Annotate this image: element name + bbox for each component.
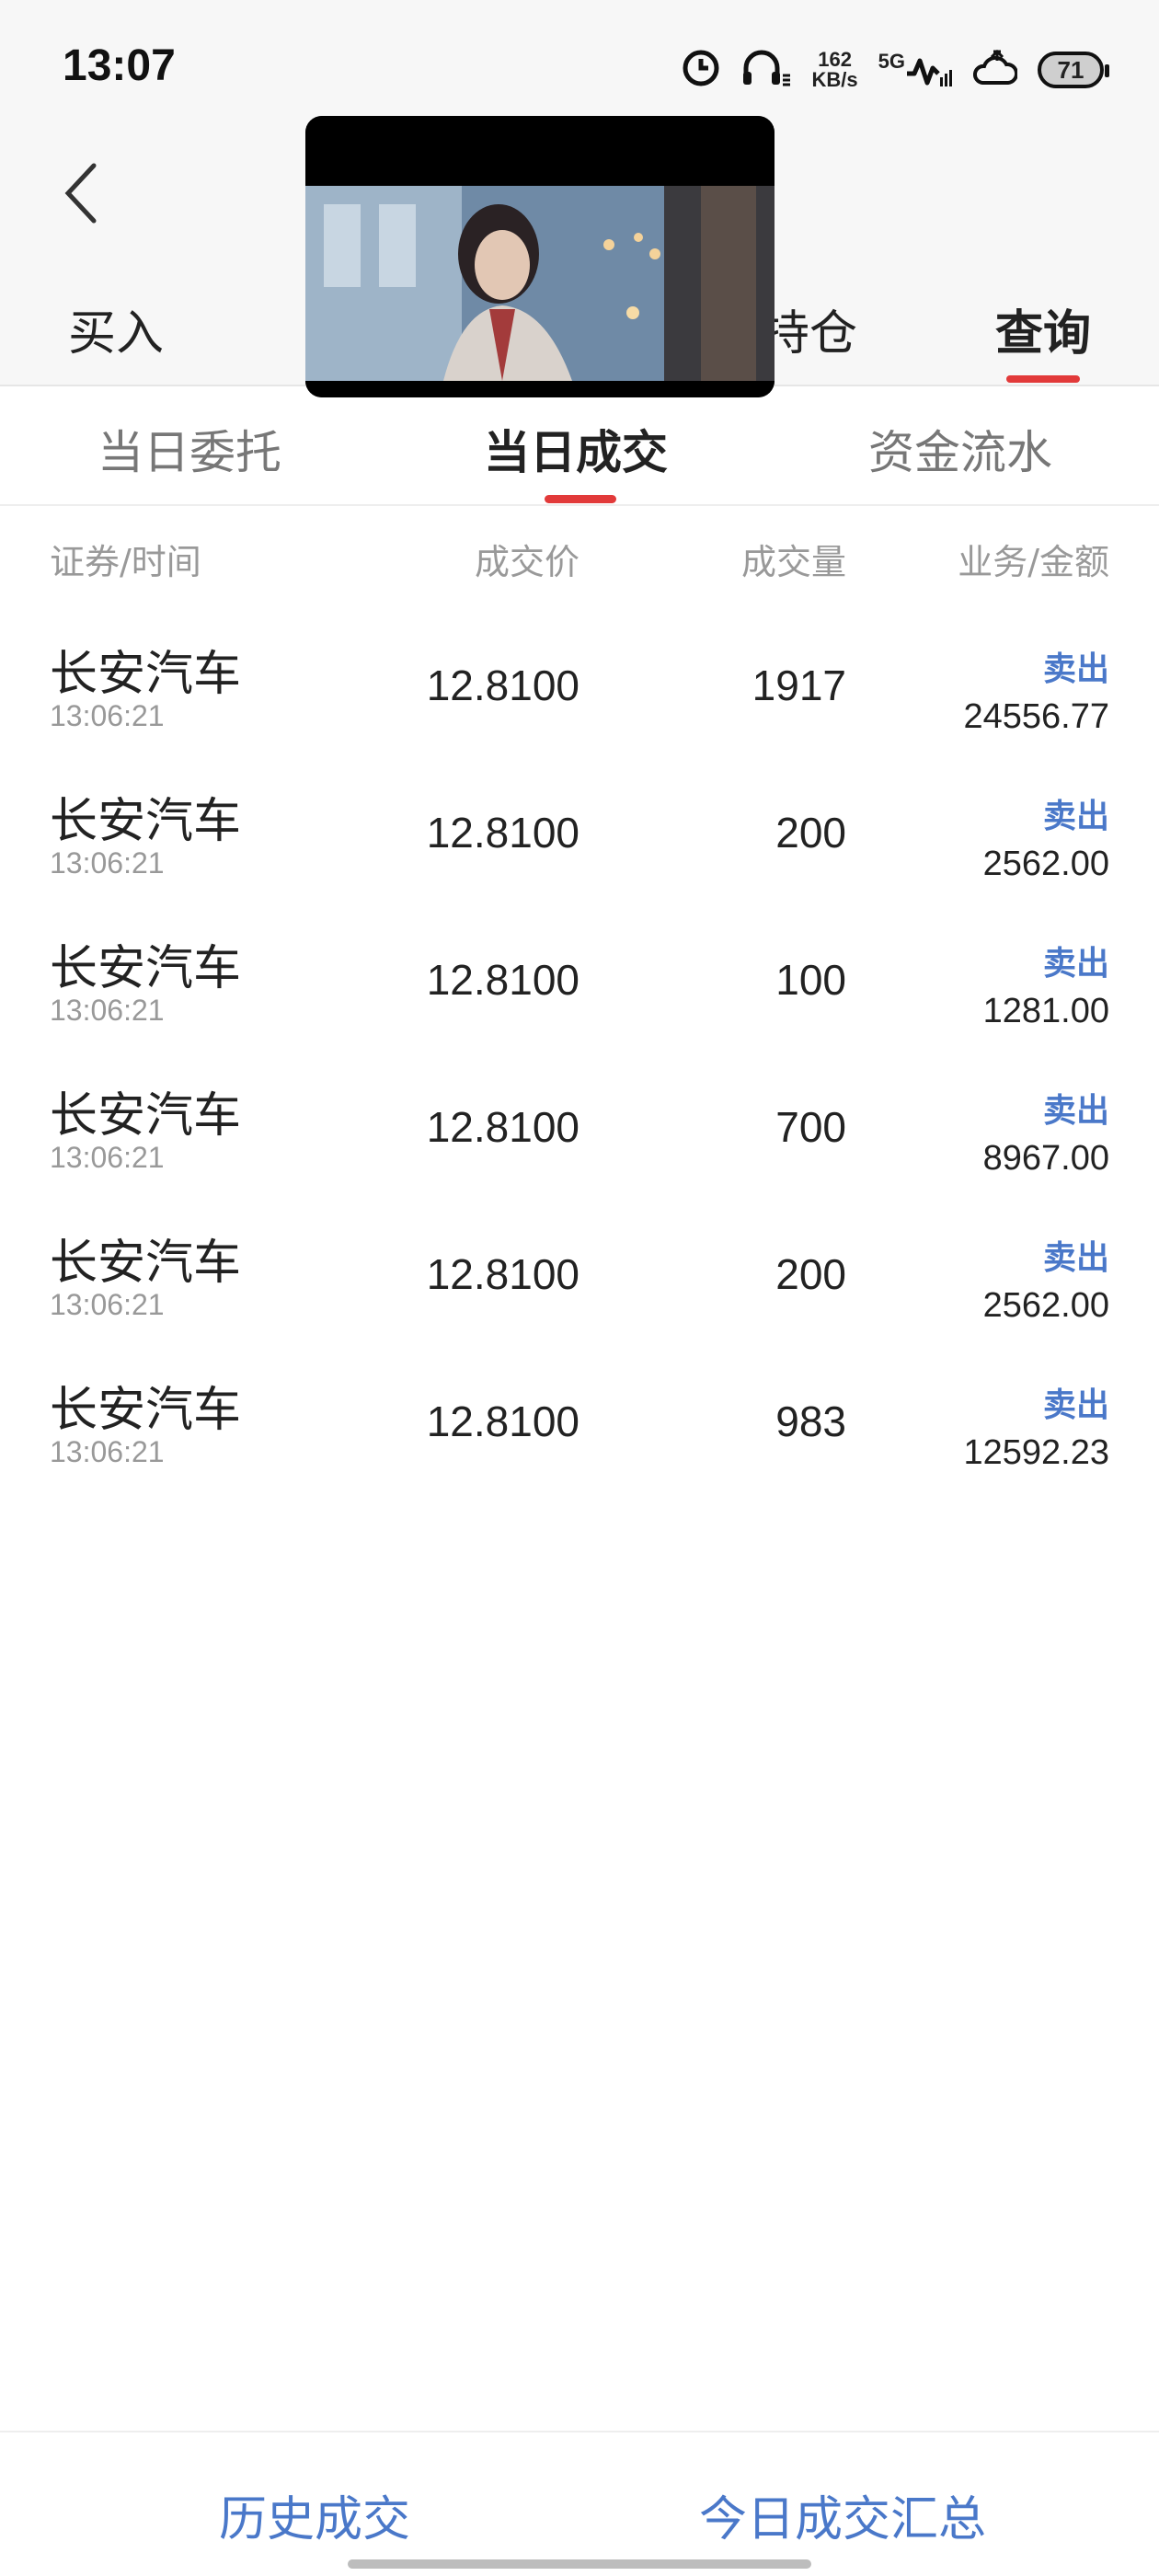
trade-price: 12.8100 <box>426 1397 580 1445</box>
trade-time: 13:06:21 <box>50 1141 165 1174</box>
trade-quantity: 200 <box>775 809 846 857</box>
trade-time: 13:06:21 <box>50 1288 165 1321</box>
security-name: 长安汽车 <box>50 1236 242 1291</box>
video-frame <box>305 116 775 397</box>
trade-amount: 2562.00 <box>982 845 1109 883</box>
history-trades-button[interactable]: 历史成交 <box>219 2480 410 2549</box>
battery-level: 71 <box>1057 55 1084 84</box>
table-row[interactable]: 长安汽车 13:06:21 12.8100 1917 卖出 24556.77 <box>0 626 1159 773</box>
cloud-upload-icon <box>973 48 1018 92</box>
trade-quantity: 983 <box>775 1397 846 1445</box>
security-name: 长安汽车 <box>50 1383 242 1438</box>
trade-list: 长安汽车 13:06:21 12.8100 1917 卖出 24556.77 长… <box>0 626 1159 1509</box>
status-icons: 162 KB/s 5G 71 <box>682 42 1109 98</box>
back-button[interactable] <box>55 156 110 230</box>
trade-price: 12.8100 <box>426 809 580 857</box>
trade-amount: 2562.00 <box>982 1286 1109 1325</box>
table-row[interactable]: 长安汽车 13:06:21 12.8100 100 卖出 1281.00 <box>0 920 1159 1067</box>
net-speed-unit: KB/s <box>811 68 858 91</box>
home-indicator[interactable] <box>348 2559 811 2569</box>
trade-type: 卖出 <box>1042 945 1109 983</box>
floating-video-window[interactable] <box>305 116 775 397</box>
table-row[interactable]: 长安汽车 13:06:21 12.8100 200 卖出 2562.00 <box>0 773 1159 920</box>
table-row[interactable]: 长安汽车 13:06:21 12.8100 200 卖出 2562.00 <box>0 1214 1159 1362</box>
tab-active-indicator <box>1006 375 1080 383</box>
tab-today-orders[interactable]: 当日委托 <box>98 416 281 482</box>
trade-price: 12.8100 <box>426 1250 580 1298</box>
signal-label: 5G <box>878 50 905 73</box>
trade-type: 卖出 <box>1042 1092 1109 1130</box>
trade-type: 卖出 <box>1042 1239 1109 1277</box>
col-price: 成交价 <box>474 542 580 582</box>
net-speed-value: 162 <box>818 48 852 71</box>
trade-time: 13:06:21 <box>50 846 165 880</box>
security-name: 长安汽车 <box>50 1088 242 1144</box>
tab-query[interactable]: 查询 <box>995 294 1091 363</box>
trade-quantity: 1917 <box>752 661 846 709</box>
table-row[interactable]: 长安汽车 13:06:21 12.8100 983 卖出 12592.23 <box>0 1362 1159 1509</box>
chevron-left-icon <box>64 163 97 224</box>
security-name: 长安汽车 <box>50 941 242 996</box>
trade-type: 卖出 <box>1042 650 1109 688</box>
battery-icon: 71 <box>1038 52 1109 88</box>
trade-quantity: 700 <box>775 1103 846 1151</box>
status-bar: 13:07 162 KB/s 5G 71 <box>0 0 1159 120</box>
tab-today-trades[interactable]: 当日成交 <box>484 416 668 482</box>
trade-price: 12.8100 <box>426 661 580 709</box>
tab-buy[interactable]: 买入 <box>68 294 164 363</box>
trade-time: 13:06:21 <box>50 994 165 1027</box>
security-name: 长安汽车 <box>50 794 242 849</box>
trade-amount: 1281.00 <box>982 992 1109 1030</box>
net-speed: 162 KB/s <box>812 50 858 90</box>
trade-price: 12.8100 <box>426 956 580 1004</box>
status-time: 13:07 <box>63 41 176 90</box>
trade-amount: 12592.23 <box>963 1433 1110 1472</box>
tab-holdings[interactable]: 持仓 <box>762 294 857 363</box>
trade-quantity: 100 <box>775 956 846 1004</box>
signal-icon: 5G <box>878 50 953 90</box>
col-type-amount: 业务/金额 <box>958 542 1109 582</box>
trade-amount: 8967.00 <box>982 1139 1109 1178</box>
sub-tab-active-indicator <box>545 495 616 503</box>
headphones-icon <box>740 48 792 92</box>
sub-tabs: 当日委托 当日成交 资金流水 <box>0 386 1159 506</box>
trade-quantity: 200 <box>775 1250 846 1298</box>
trade-price: 12.8100 <box>426 1103 580 1151</box>
tab-fund-flow[interactable]: 资金流水 <box>868 416 1052 482</box>
alarm-icon <box>682 49 720 91</box>
trade-time: 13:06:21 <box>50 699 165 732</box>
trade-amount: 24556.77 <box>963 697 1110 736</box>
trade-type: 卖出 <box>1042 1386 1109 1424</box>
table-header: 证券/时间 成交价 成交量 业务/金额 <box>0 534 1159 589</box>
col-security-time: 证券/时间 <box>50 542 201 582</box>
bottom-bar: 历史成交 今日成交汇总 <box>0 2431 1159 2576</box>
table-row[interactable]: 长安汽车 13:06:21 12.8100 700 卖出 8967.00 <box>0 1067 1159 1214</box>
col-quantity: 成交量 <box>740 542 846 582</box>
trade-time: 13:06:21 <box>50 1435 165 1468</box>
trade-type: 卖出 <box>1042 798 1109 835</box>
today-summary-button[interactable]: 今日成交汇总 <box>699 2480 986 2549</box>
security-name: 长安汽车 <box>50 647 242 702</box>
